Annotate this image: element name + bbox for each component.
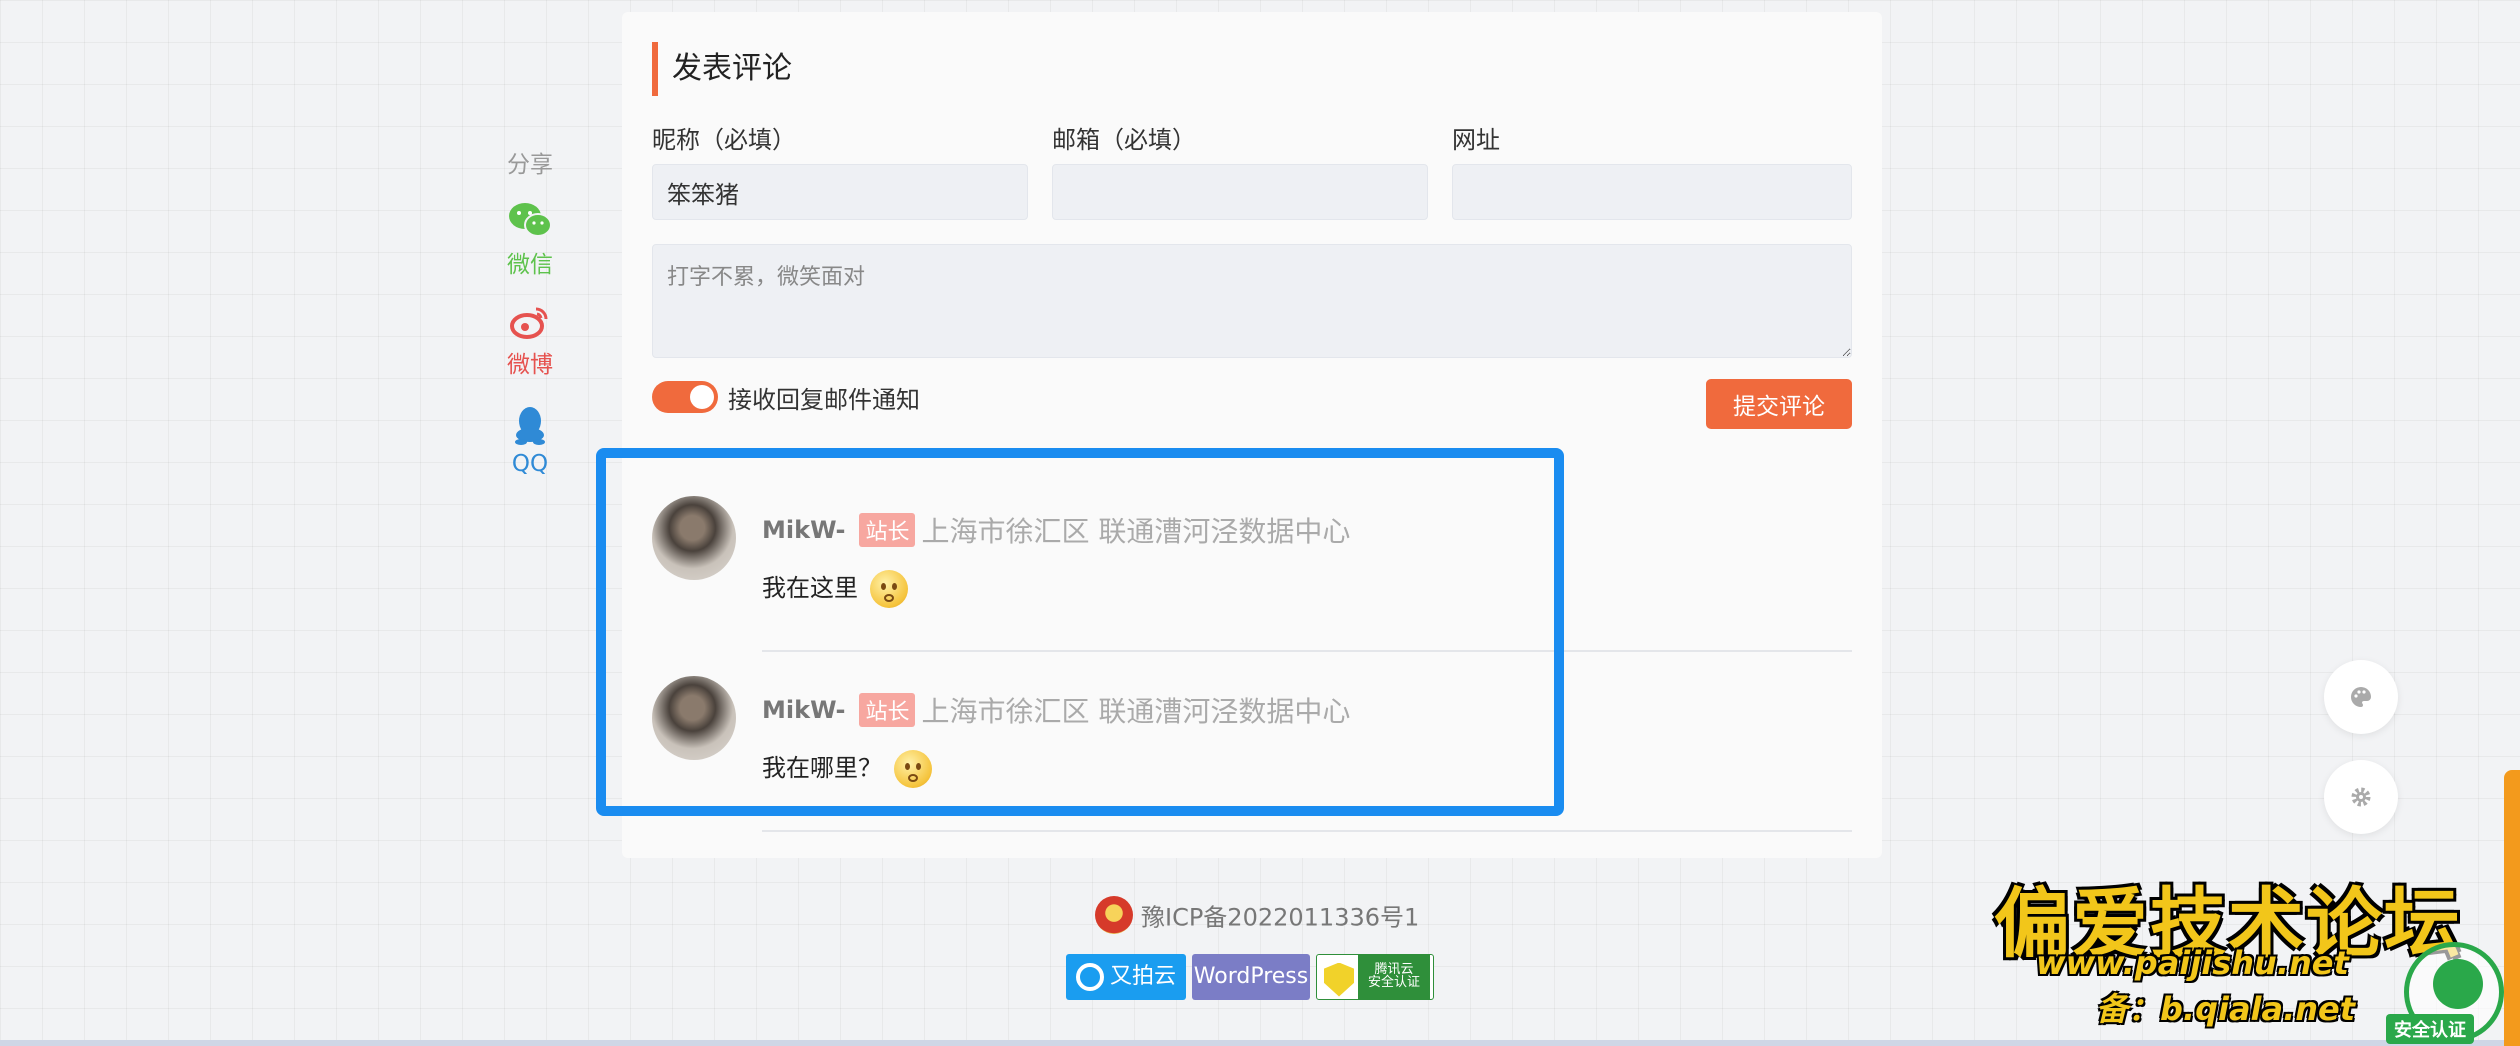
- email-label: 邮箱（必填）: [1052, 126, 1196, 154]
- icp-record[interactable]: 豫ICP备2022011336号1: [1095, 896, 1419, 936]
- share-weibo-label: 微博: [507, 352, 553, 378]
- weibo-icon: [510, 307, 548, 339]
- gear-icon: [2351, 787, 2371, 807]
- upyun-logo-icon: [1075, 963, 1104, 991]
- email-notify-toggle[interactable]: [652, 381, 718, 413]
- theme-palette-button[interactable]: [2324, 660, 2398, 734]
- url-label: 网址: [1452, 126, 1500, 154]
- tencent-cloud-badge[interactable]: 腾讯云 安全认证: [1316, 954, 1434, 1000]
- share-qq-button[interactable]: QQ: [490, 405, 570, 477]
- wechat-icon: [509, 203, 552, 237]
- share-weibo-button[interactable]: 微博: [490, 305, 570, 379]
- wordpress-badge[interactable]: WordPress: [1192, 954, 1310, 1000]
- highlight-box: [596, 448, 1564, 816]
- upyun-badge-label: 又拍云: [1109, 964, 1176, 989]
- email-notify-label: 接收回复邮件通知: [728, 386, 920, 414]
- nickname-input[interactable]: [652, 164, 1028, 220]
- ssl-seal-label: 安全认证: [2386, 1014, 2474, 1044]
- settings-button[interactable]: [2324, 760, 2398, 834]
- share-wechat-button[interactable]: 微信: [490, 201, 570, 279]
- nickname-label: 昵称（必填）: [652, 126, 796, 154]
- forum-watermark: 偏爱技术论坛 www.paijishu.net 备：b.qiala.net 安全…: [1994, 862, 2520, 1046]
- watermark-url: www.paijishu.net: [2036, 944, 2349, 982]
- palette-icon: [2351, 687, 2371, 707]
- upyun-badge[interactable]: 又拍云: [1066, 954, 1186, 1000]
- submit-comment-button[interactable]: 提交评论: [1706, 379, 1852, 429]
- comment-form-heading: 发表评论: [652, 42, 792, 96]
- share-qq-label: QQ: [511, 451, 549, 477]
- share-sidebar: 分享 微信 微博 QQ: [490, 145, 570, 503]
- url-input[interactable]: [1452, 164, 1852, 220]
- icp-text: 豫ICP备2022011336号1: [1141, 903, 1420, 932]
- watermark-backup: 备：b.qiala.net: [2096, 990, 2356, 1028]
- comment-divider: [762, 830, 1852, 832]
- share-wechat-label: 微信: [507, 252, 553, 278]
- tencent-badge-line2: 安全认证: [1367, 975, 1420, 990]
- email-input[interactable]: [1052, 164, 1428, 220]
- comment-textarea[interactable]: [652, 244, 1852, 358]
- share-title: 分享: [507, 152, 553, 178]
- shield-icon: [1324, 962, 1354, 997]
- footer-badges: 又拍云 WordPress 腾讯云 安全认证: [1066, 954, 1440, 1000]
- police-emblem-icon: [1095, 896, 1133, 934]
- qq-icon: [515, 407, 545, 445]
